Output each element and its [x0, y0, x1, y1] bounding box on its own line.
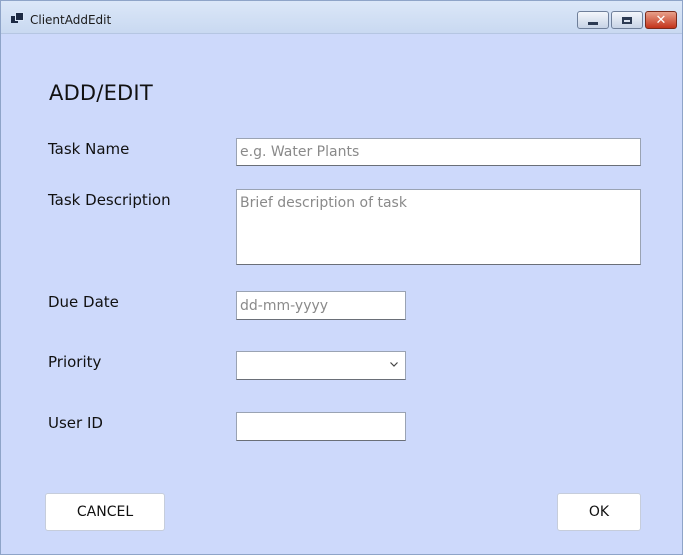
app-icon: [11, 12, 24, 24]
minimize-icon: [588, 21, 598, 25]
user-id-label: User ID: [48, 414, 103, 432]
close-button[interactable]: ✕: [645, 11, 677, 29]
chevron-down-icon: [390, 362, 398, 367]
close-icon: ✕: [655, 12, 667, 28]
maximize-icon: [622, 16, 632, 24]
page-title: ADD/EDIT: [49, 81, 153, 105]
task-name-label: Task Name: [48, 140, 130, 158]
title-bar[interactable]: ClientAddEdit ✕: [1, 1, 682, 34]
priority-select[interactable]: [236, 351, 406, 380]
priority-label: Priority: [48, 353, 102, 371]
task-description-input[interactable]: [236, 189, 641, 265]
task-name-input[interactable]: [236, 138, 641, 166]
client-add-edit-window: ClientAddEdit ✕ ADD/EDIT Task Name Task …: [0, 0, 683, 555]
ok-button[interactable]: OK: [557, 493, 641, 531]
user-id-input[interactable]: [236, 412, 406, 441]
due-date-label: Due Date: [48, 293, 119, 311]
maximize-button[interactable]: [611, 11, 643, 29]
minimize-button[interactable]: [577, 11, 609, 29]
window-title: ClientAddEdit: [30, 13, 112, 27]
task-description-label: Task Description: [48, 191, 171, 209]
due-date-input[interactable]: [236, 291, 406, 320]
cancel-button[interactable]: CANCEL: [45, 493, 165, 531]
